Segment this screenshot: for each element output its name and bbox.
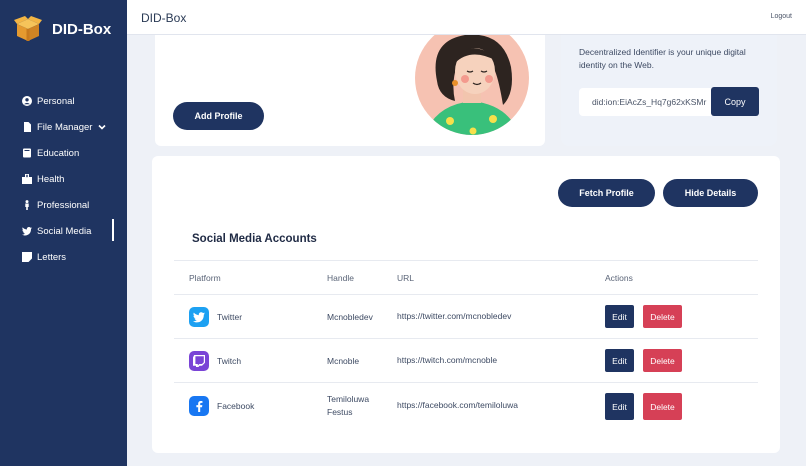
user-circle-icon xyxy=(22,96,32,106)
edit-button[interactable]: Edit xyxy=(605,305,634,328)
sidebar-item-label: Personal xyxy=(37,95,75,107)
platform-name: Twitter xyxy=(217,312,243,322)
sidebar-item-label: Letters xyxy=(37,251,67,263)
social-media-card: Fetch Profile Hide Details Social Media … xyxy=(152,156,780,453)
file-icon xyxy=(22,122,32,132)
twitter-icon xyxy=(22,226,32,236)
edit-button[interactable]: Edit xyxy=(605,349,634,372)
sidebar-item-professional[interactable]: Professional xyxy=(0,192,127,218)
sidebar-nav: Personal File Manager Education Health P… xyxy=(0,88,127,270)
sidebar-item-label: Health xyxy=(37,173,65,185)
sidebar-item-label: Education xyxy=(37,147,80,159)
platform-name: Facebook xyxy=(217,401,255,411)
social-accounts-table: Platform Handle URL Actions Twitter Mcno… xyxy=(174,260,758,429)
facebook-icon xyxy=(189,396,209,416)
brand-name: DID-Box xyxy=(52,20,112,38)
hospital-icon xyxy=(22,174,32,184)
sidebar-item-label: Social Media xyxy=(37,225,92,237)
sidebar-item-social-media[interactable]: Social Media xyxy=(0,218,127,244)
sidebar-item-label: Professional xyxy=(37,199,90,211)
url-cell: https://facebook.com/temiloluwa xyxy=(397,400,518,410)
sidebar-item-letters[interactable]: Letters xyxy=(0,244,127,270)
top-header: DID-Box Logout xyxy=(127,0,806,35)
logout-link[interactable]: Logout xyxy=(771,13,792,20)
delete-button[interactable]: Delete xyxy=(643,349,682,372)
page-title: DID-Box xyxy=(141,11,187,25)
did-card: Decentralized Identifier is your unique … xyxy=(561,35,777,146)
fetch-profile-button[interactable]: Fetch Profile xyxy=(558,179,655,207)
platform-cell: Twitter xyxy=(189,307,242,327)
platform-cell: Facebook xyxy=(189,396,254,416)
box-icon xyxy=(14,16,42,41)
column-header-platform: Platform xyxy=(189,273,221,283)
sidebar-item-health[interactable]: Health xyxy=(0,166,127,192)
copy-button[interactable]: Copy xyxy=(711,87,759,116)
twitter-icon xyxy=(189,307,209,327)
handle-cell: Temiloluwa Festus xyxy=(327,394,370,417)
table-row: Facebook Temiloluwa Festus https://faceb… xyxy=(174,383,758,429)
table-header: Platform Handle URL Actions xyxy=(174,260,758,295)
table-row: Twitter Mcnobledev https://twitter.com/m… xyxy=(174,295,758,339)
sticky-note-icon xyxy=(22,252,32,262)
sidebar-item-label: File Manager xyxy=(37,121,93,133)
sidebar-item-file-manager[interactable]: File Manager xyxy=(0,114,127,140)
hide-details-button[interactable]: Hide Details xyxy=(663,179,758,207)
handle-cell: Mcnoble xyxy=(327,356,360,366)
profile-card: Add Profile xyxy=(155,35,545,146)
brand[interactable]: DID-Box xyxy=(14,16,111,42)
did-field[interactable]: did:ion:EiAcZs_Hq7g62xKSMr xyxy=(579,88,717,116)
sidebar-item-education[interactable]: Education xyxy=(0,140,127,166)
delete-button[interactable]: Delete xyxy=(643,393,682,420)
delete-button[interactable]: Delete xyxy=(643,305,682,328)
book-icon xyxy=(22,148,32,158)
section-title: Social Media Accounts xyxy=(192,233,317,245)
platform-name: Twitch xyxy=(217,356,242,366)
avatar xyxy=(415,35,529,135)
column-header-url: URL xyxy=(397,273,415,283)
twitch-icon xyxy=(189,351,209,371)
sidebar: DID-Box Personal File Manager Education … xyxy=(0,0,127,466)
add-profile-button[interactable]: Add Profile xyxy=(173,102,264,130)
column-header-handle: Handle xyxy=(327,273,354,283)
url-cell: https://twitch.com/mcnoble xyxy=(397,355,498,365)
url-cell: https://twitter.com/mcnobledev xyxy=(397,311,512,321)
handle-cell: Mcnobledev xyxy=(327,312,373,322)
column-header-actions: Actions xyxy=(605,273,633,283)
did-description: Decentralized Identifier is your unique … xyxy=(579,47,746,70)
chevron-down-icon[interactable] xyxy=(98,123,107,131)
platform-cell: Twitch xyxy=(189,351,241,371)
edit-button[interactable]: Edit xyxy=(605,393,634,420)
person-icon xyxy=(22,200,32,210)
sidebar-item-personal[interactable]: Personal xyxy=(0,88,127,114)
table-row: Twitch Mcnoble https://twitch.com/mcnobl… xyxy=(174,339,758,383)
